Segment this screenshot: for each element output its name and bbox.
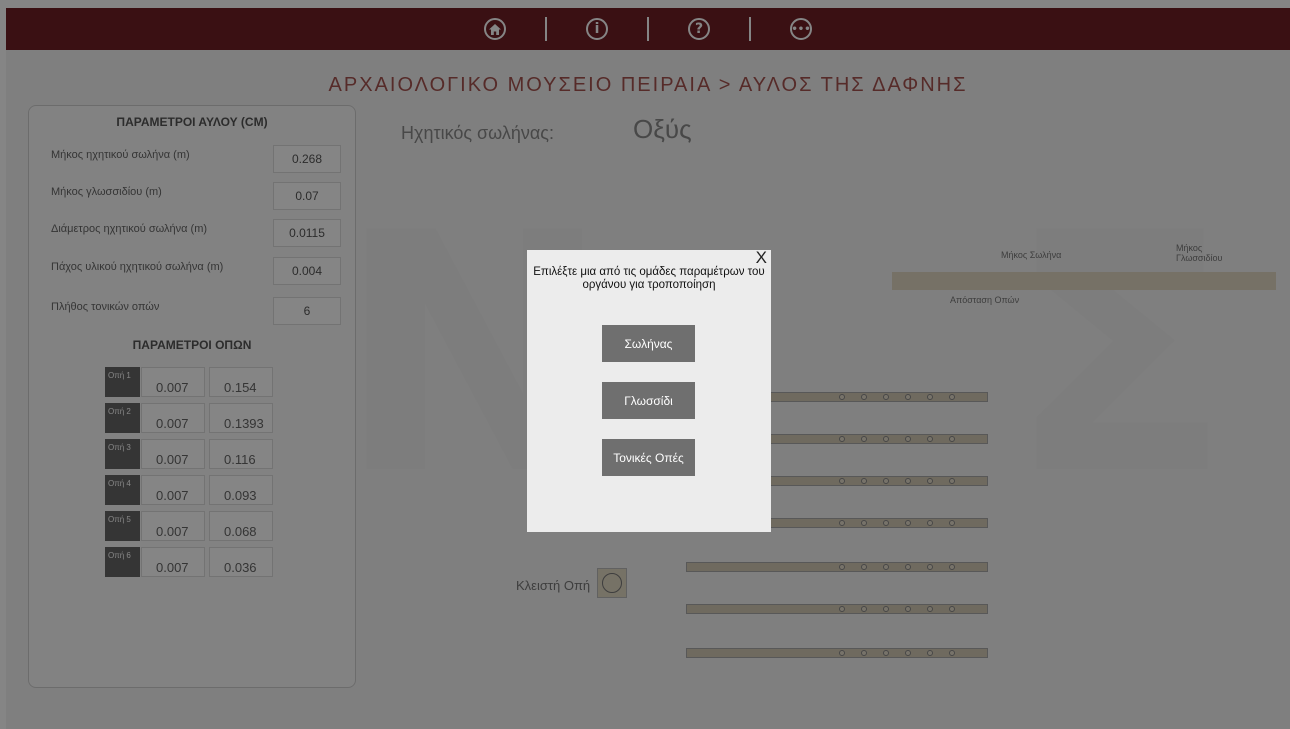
parameter-group-dialog: X Επιλέξτε μια από τις ομάδες παραμέτρων… — [527, 248, 771, 532]
close-icon[interactable]: X — [756, 248, 767, 268]
reed-button[interactable]: Γλωσσίδι — [602, 382, 695, 419]
tube-button[interactable]: Σωλήνας — [602, 325, 695, 362]
tone-holes-button[interactable]: Τονικές Οπές — [602, 439, 695, 476]
dialog-message: Επιλέξτε μια από τις ομάδες παραμέτρων τ… — [533, 266, 765, 291]
